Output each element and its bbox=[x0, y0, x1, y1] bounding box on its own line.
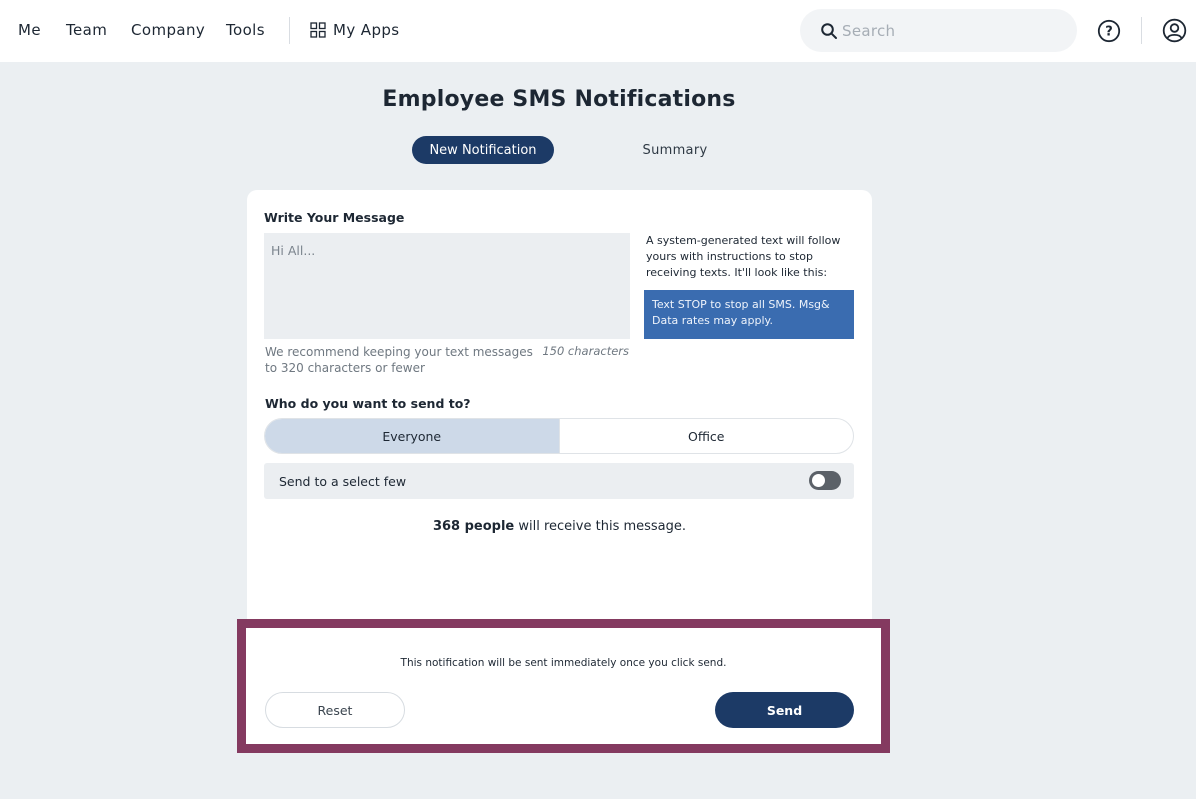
system-text-note: A system-generated text will follow your… bbox=[646, 234, 841, 279]
search-icon bbox=[821, 23, 837, 39]
audience-selector: Everyone Office bbox=[264, 418, 854, 454]
recipient-count: 368 people bbox=[432, 519, 515, 534]
toggle-knob bbox=[812, 474, 825, 487]
select-few-label: Send to a select few bbox=[279, 474, 407, 489]
stop-text-preview: Text STOP to stop all SMS. Msg& Data rat… bbox=[644, 290, 854, 339]
toolbar-divider bbox=[1141, 17, 1142, 44]
search-box[interactable] bbox=[800, 9, 1077, 52]
send-notice: This notification will be sent immediate… bbox=[400, 657, 727, 669]
send-button[interactable]: Send bbox=[715, 692, 854, 728]
nav-item-my-apps[interactable]: My Apps bbox=[333, 21, 400, 39]
recipient-summary: 368 people will receive this message. bbox=[247, 519, 872, 534]
nav-item-team[interactable]: Team bbox=[66, 21, 107, 39]
tab-new-notification[interactable]: New Notification bbox=[412, 136, 554, 164]
send-footer-highlight: This notification will be sent immediate… bbox=[237, 619, 890, 753]
tab-summary[interactable]: Summary bbox=[610, 136, 740, 164]
select-few-toggle[interactable] bbox=[809, 471, 841, 490]
message-input[interactable] bbox=[264, 233, 630, 339]
search-input[interactable] bbox=[842, 20, 1062, 42]
character-count: 150 characters bbox=[542, 344, 629, 358]
top-navigation-bar: Me Team Company Tools My Apps ? bbox=[0, 0, 1196, 62]
select-few-row: Send to a select few bbox=[264, 463, 854, 499]
nav-item-me[interactable]: Me bbox=[18, 21, 41, 39]
message-length-hint: We recommend keeping your text messages … bbox=[265, 345, 533, 375]
nav-divider bbox=[289, 17, 290, 44]
audience-option-office[interactable]: Office bbox=[560, 419, 854, 453]
message-label: Write Your Message bbox=[264, 210, 405, 225]
svg-text:?: ? bbox=[1105, 25, 1113, 40]
reset-button[interactable]: Reset bbox=[265, 692, 405, 728]
help-icon[interactable]: ? bbox=[1097, 19, 1121, 43]
recipient-summary-text: will receive this message. bbox=[514, 519, 687, 534]
page-title: Employee SMS Notifications bbox=[382, 87, 736, 112]
nav-item-company[interactable]: Company bbox=[131, 21, 205, 39]
audience-label: Who do you want to send to? bbox=[265, 396, 471, 411]
grid-icon[interactable] bbox=[310, 22, 326, 38]
audience-option-everyone[interactable]: Everyone bbox=[265, 419, 560, 453]
nav-item-tools[interactable]: Tools bbox=[226, 21, 265, 39]
user-icon[interactable] bbox=[1162, 18, 1187, 43]
